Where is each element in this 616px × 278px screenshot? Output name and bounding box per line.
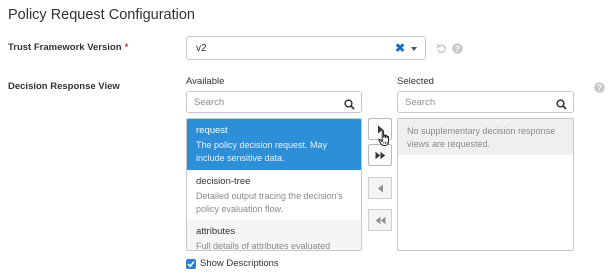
chevron-down-icon[interactable] bbox=[411, 47, 417, 51]
selected-label: Selected bbox=[397, 76, 434, 87]
hand-cursor-icon bbox=[378, 130, 392, 152]
list-item-description: The policy decision request. May include… bbox=[196, 140, 328, 163]
show-descriptions-label: Show Descriptions bbox=[200, 258, 279, 269]
undo-icon[interactable] bbox=[436, 41, 447, 59]
clear-icon[interactable]: ✖ bbox=[395, 41, 405, 55]
available-list[interactable]: request The policy decision request. May… bbox=[186, 118, 362, 251]
show-descriptions-checkbox[interactable] bbox=[186, 259, 196, 269]
required-marker: * bbox=[124, 42, 129, 53]
selected-search[interactable] bbox=[397, 91, 574, 113]
move-left-button[interactable] bbox=[368, 177, 392, 199]
list-item-name: attributes bbox=[196, 226, 236, 237]
selected-search-input[interactable] bbox=[398, 92, 573, 112]
help-icon[interactable]: ? bbox=[452, 41, 463, 59]
list-item-attributes[interactable]: attributes Full details of attributes ev… bbox=[187, 220, 361, 251]
svg-text:?: ? bbox=[455, 45, 460, 54]
decision-response-label: Decision Response View bbox=[8, 81, 120, 92]
help-icon[interactable]: ? bbox=[594, 80, 605, 98]
trust-framework-select[interactable]: v2 ✖ bbox=[186, 36, 426, 60]
trust-framework-value: v2 bbox=[196, 43, 207, 54]
list-item-name: decision-tree bbox=[196, 176, 251, 187]
list-item-description: Detailed output tracing the decision's p… bbox=[196, 191, 343, 214]
svg-text:?: ? bbox=[597, 84, 602, 93]
list-item-description: Full details of attributes evaluated bbox=[196, 241, 331, 251]
trust-framework-label: Trust Framework Version * bbox=[8, 42, 128, 53]
page-title: Policy Request Configuration bbox=[8, 7, 195, 23]
available-label: Available bbox=[186, 76, 225, 87]
selected-list[interactable]: No supplementary decision response views… bbox=[397, 118, 574, 251]
list-item-decision-tree[interactable]: decision-tree Detailed output tracing th… bbox=[187, 170, 361, 220]
search-icon bbox=[556, 97, 567, 115]
search-icon bbox=[344, 97, 355, 115]
trust-framework-label-text: Trust Framework Version bbox=[8, 42, 122, 53]
move-all-left-button[interactable] bbox=[368, 209, 392, 231]
list-item-request[interactable]: request The policy decision request. May… bbox=[187, 119, 361, 170]
available-search-input[interactable] bbox=[187, 92, 361, 112]
empty-selection-message: No supplementary decision response views… bbox=[398, 119, 573, 155]
available-search[interactable] bbox=[186, 91, 362, 113]
list-item-name: request bbox=[196, 125, 228, 136]
